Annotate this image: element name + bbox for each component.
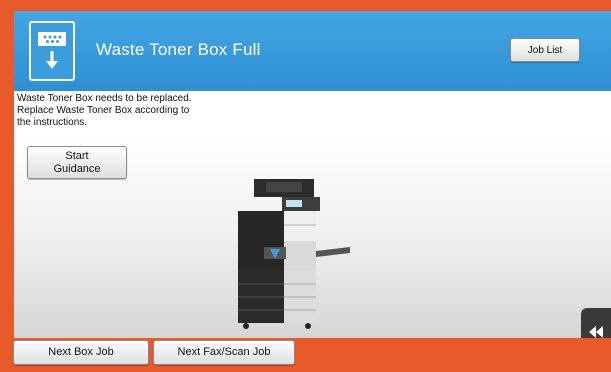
page-title: Waste Toner Box Full: [96, 40, 261, 59]
printer-illustration: [238, 179, 350, 329]
next-fax-scan-job-button[interactable]: Next Fax/Scan Job: [153, 340, 295, 365]
start-guidance-button[interactable]: Start Guidance: [27, 146, 127, 179]
message-line: Replace Waste Toner Box according to: [17, 105, 190, 116]
job-list-button[interactable]: Job List: [510, 38, 580, 62]
double-chevron-left-icon[interactable]: [581, 308, 611, 338]
message-text: Waste Toner Box needs to be replaced. Re…: [17, 93, 277, 129]
start-guidance-label-line1: Start: [65, 149, 89, 162]
waste-toner-icon: [29, 21, 75, 81]
next-box-job-button[interactable]: Next Box Job: [13, 340, 149, 365]
start-guidance-label-line2: Guidance: [53, 162, 101, 175]
message-panel: Waste Toner Box Full Job List Waste Tone…: [14, 11, 611, 338]
header-bar: Waste Toner Box Full Job List: [14, 11, 611, 91]
message-line: Waste Toner Box needs to be replaced.: [17, 93, 192, 104]
message-line: the instructions.: [17, 117, 88, 128]
